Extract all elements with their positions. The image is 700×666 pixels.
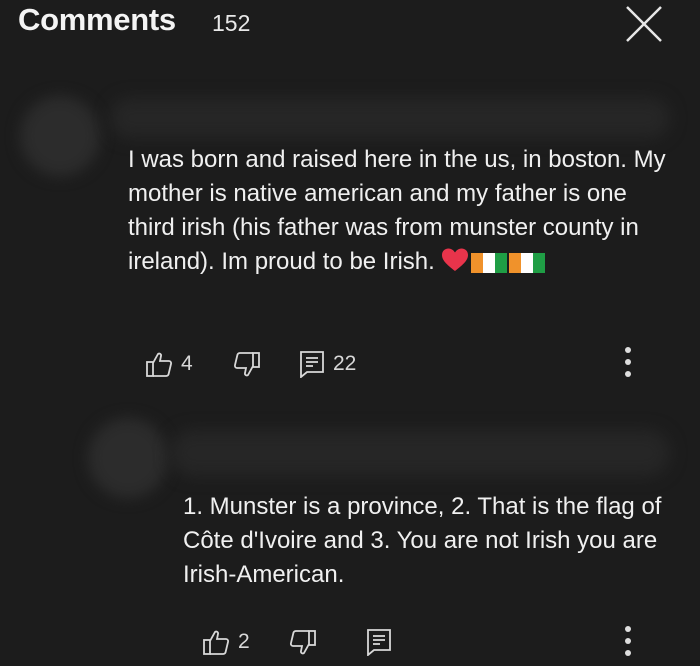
reply-icon <box>300 351 324 378</box>
author-name-redacted <box>110 98 670 138</box>
thumbs-down-icon <box>233 352 260 377</box>
dislike-button[interactable] <box>289 629 317 657</box>
avatar[interactable] <box>20 96 100 176</box>
thumbs-up-icon <box>203 630 230 655</box>
reply-icon <box>367 629 391 656</box>
comments-header: Comments 152 <box>0 0 700 60</box>
comments-count: 152 <box>212 10 251 36</box>
red-heart-icon <box>441 248 469 282</box>
thumbs-up-icon <box>146 352 173 377</box>
flag-cote-divoire-icon <box>471 249 508 273</box>
like-button[interactable]: 4 <box>145 350 193 378</box>
dislike-button[interactable] <box>233 351 261 379</box>
like-button[interactable]: 2 <box>202 628 250 656</box>
comment-text: I was born and raised here in the us, in… <box>128 146 666 275</box>
like-count: 4 <box>181 352 193 375</box>
comment-body: I was born and raised here in the us, in… <box>128 143 668 282</box>
like-count: 2 <box>238 630 250 653</box>
more-vertical-icon[interactable] <box>623 626 633 666</box>
comment-text: 1. Munster is a province, 2. That is the… <box>183 493 662 588</box>
author-name-redacted <box>170 430 670 476</box>
flag-cote-divoire-icon <box>509 249 546 273</box>
comments-title: Comments <box>18 2 176 37</box>
avatar[interactable] <box>88 418 168 498</box>
comment-body: 1. Munster is a province, 2. That is the… <box>183 490 673 592</box>
reply-button[interactable]: 22 <box>299 350 356 378</box>
more-vertical-icon[interactable] <box>623 347 633 387</box>
thumbs-down-icon <box>289 630 316 655</box>
reply-count: 22 <box>333 352 357 375</box>
close-icon[interactable] <box>624 4 664 44</box>
reply-button[interactable] <box>366 628 400 656</box>
